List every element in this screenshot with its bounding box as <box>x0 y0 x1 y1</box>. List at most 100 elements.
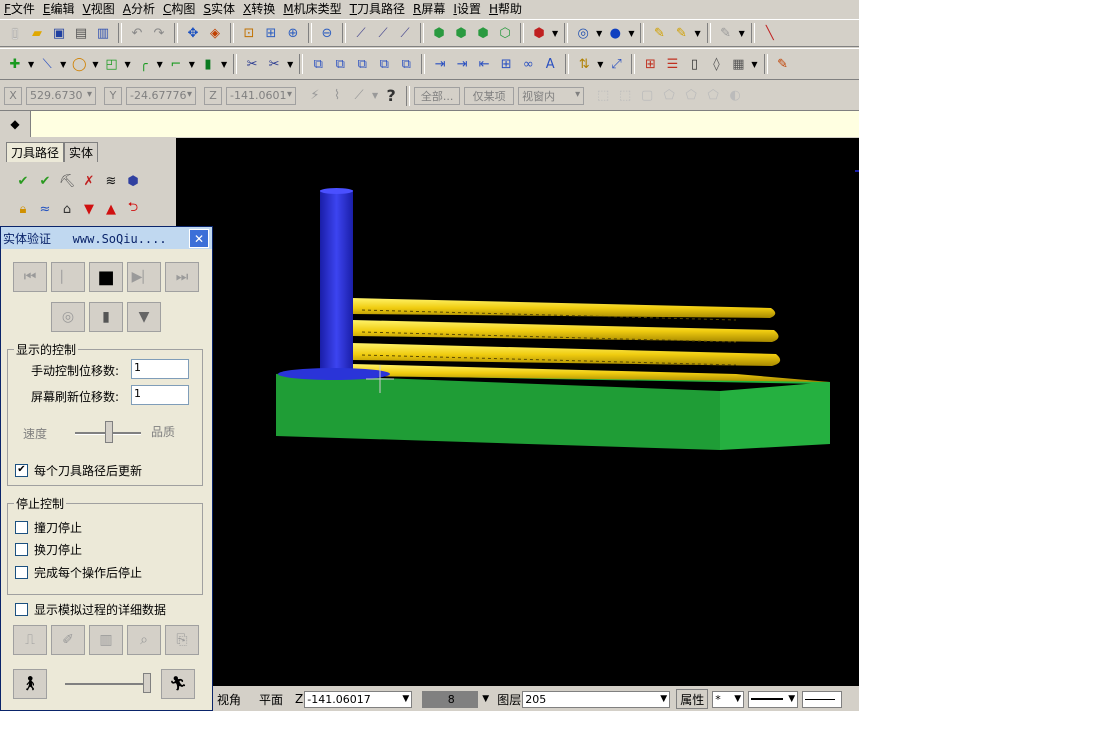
pointer-icon[interactable]: ⬚ <box>593 86 613 106</box>
cursor-snap-icon[interactable]: ⌇ <box>327 86 347 106</box>
chevron-down-icon[interactable]: ▼ <box>739 29 745 38</box>
z-depth-input[interactable]: -141.06017 ▼ <box>304 690 413 708</box>
undo-icon[interactable]: ↶ <box>127 23 147 43</box>
z-coord-input[interactable]: -141.0601 <box>226 86 296 105</box>
level-label[interactable]: 图层 <box>493 689 522 709</box>
pan-icon[interactable]: ✥ <box>183 23 203 43</box>
dialog-titlebar[interactable]: 实体验证 www.SoQiu.... ✕ <box>1 227 212 249</box>
menu-analyze[interactable]: A分析 <box>119 1 159 17</box>
chevron-down-icon[interactable]: ▼ <box>788 694 795 704</box>
insert-arrow-icon[interactable]: ⮌ <box>122 198 144 220</box>
rotate-icon[interactable]: ⧉ <box>352 54 372 74</box>
plane-button[interactable]: 平面 <box>255 689 287 709</box>
rewind-icon[interactable]: ⏮ <box>13 262 47 292</box>
chevron-down-icon[interactable]: ▼ <box>60 60 66 69</box>
save-icon[interactable]: ▣ <box>49 23 69 43</box>
snap-options-icon[interactable]: ⟋ <box>349 86 369 106</box>
polygon-select-icon[interactable]: ⬠ <box>659 86 679 106</box>
backplot-icon[interactable]: ≋ <box>100 170 122 192</box>
scale-icon[interactable]: ⧉ <box>374 54 394 74</box>
mirror-icon[interactable]: ⧉ <box>330 54 350 74</box>
menu-help[interactable]: H帮助 <box>485 1 526 17</box>
print-preview-icon[interactable]: ▥ <box>93 23 113 43</box>
select-only-button[interactable]: 仅某项 <box>464 86 515 105</box>
new-file-icon[interactable]: ▯ <box>5 23 25 43</box>
line-icon[interactable]: ⟍ <box>37 54 57 74</box>
fast-forward-icon[interactable]: ⏭ <box>165 262 199 292</box>
chevron-down-icon[interactable]: ▼ <box>157 60 163 69</box>
solid-mode-icon[interactable]: ▮ <box>89 302 123 332</box>
trim-multi-icon[interactable]: ✂ <box>264 54 284 74</box>
circle-icon[interactable]: ◯ <box>69 54 89 74</box>
solid-view-icon[interactable]: ⬢ <box>529 23 549 43</box>
fillet-icon[interactable]: ╭ <box>134 54 154 74</box>
graphics-viewport[interactable] <box>176 138 859 686</box>
step-icon[interactable]: ▶⎸ <box>127 262 161 292</box>
chevron-down-icon[interactable]: ▼ <box>92 60 98 69</box>
x-coord-button[interactable]: X <box>4 86 22 105</box>
walking-icon[interactable]: 🚶︎ <box>13 669 47 699</box>
chevron-down-icon[interactable]: ▼ <box>628 29 634 38</box>
dimension-ordinate-icon[interactable]: ⇥ <box>452 54 472 74</box>
menu-file[interactable]: F文件 <box>0 1 39 17</box>
fit-icon[interactable]: ⊡ <box>239 23 259 43</box>
y-coord-input[interactable]: -24.67776 <box>126 86 196 105</box>
selection-mode-select[interactable]: 视窗内 <box>518 86 585 105</box>
zoom-window-icon[interactable]: ⊞ <box>261 23 281 43</box>
document-icon[interactable]: ▯ <box>684 54 704 74</box>
select-dirty-ops-icon[interactable]: ✔ <box>34 170 56 192</box>
z-coord-button[interactable]: Z <box>204 86 222 105</box>
sketch-icon[interactable]: ✎ <box>671 23 691 43</box>
redo-icon[interactable]: ↷ <box>149 23 169 43</box>
view-top-icon[interactable]: ⬢ <box>429 23 449 43</box>
pencil-icon[interactable]: ✎ <box>649 23 669 43</box>
magnifier-icon[interactable]: ⌕ <box>127 625 161 655</box>
line-style-select[interactable]: ▼ <box>748 690 799 708</box>
bar-chart-icon[interactable]: ▥ <box>89 625 123 655</box>
spline-icon[interactable]: ⌐ <box>166 54 186 74</box>
trim-break-icon[interactable]: ✂ <box>242 54 262 74</box>
list-icon[interactable]: ☰ <box>662 54 682 74</box>
update-each-checkbox[interactable]: ✔ 每个刀具路径后更新 <box>15 462 142 479</box>
menu-screen[interactable]: R屏幕 <box>409 1 449 17</box>
window-select-icon[interactable]: ▢ <box>637 86 657 106</box>
rectangle-icon[interactable]: ◰ <box>101 54 121 74</box>
chevron-down-icon[interactable]: ▼ <box>287 60 293 69</box>
chevron-down-icon[interactable]: ▼ <box>372 91 378 100</box>
speed-quality-slider[interactable] <box>75 417 141 451</box>
menu-view[interactable]: V视图 <box>79 1 119 17</box>
menu-create[interactable]: C构图 <box>159 1 199 17</box>
unselect-icon[interactable]: ⟋ <box>395 23 415 43</box>
stop-on-toolchange-checkbox[interactable]: 换刀停止 <box>15 541 82 558</box>
chevron-down-icon[interactable]: ▼ <box>751 60 757 69</box>
tag-icon[interactable]: ◊ <box>706 54 726 74</box>
stop-each-op-checkbox[interactable]: 完成每个操作后停止 <box>15 564 142 581</box>
post-icon[interactable]: ⌂ <box>56 198 78 220</box>
stack-icon[interactable]: ▦ <box>728 54 748 74</box>
offset-icon[interactable]: ⧉ <box>396 54 416 74</box>
tab-solids[interactable]: 实体 <box>64 142 99 162</box>
line-width-select[interactable] <box>802 690 843 708</box>
tab-toolpaths[interactable]: 刀具路径 <box>6 142 65 162</box>
chevron-down-icon[interactable]: ▼ <box>189 60 195 69</box>
wireframe-icon[interactable]: ◎ <box>573 23 593 43</box>
chevron-down-icon[interactable]: ▼ <box>660 694 667 704</box>
show-details-checkbox[interactable]: 显示模拟过程的详细数据 <box>15 601 166 618</box>
stock-setup-icon[interactable]: ⎍ <box>13 625 47 655</box>
analyze-icon[interactable]: ⇅ <box>574 54 594 74</box>
point-icon[interactable]: ✚ <box>5 54 25 74</box>
hole-table-icon[interactable]: ∞ <box>518 54 538 74</box>
y-coord-button[interactable]: Y <box>104 86 122 105</box>
move-up-icon[interactable]: ▲ <box>100 198 122 220</box>
chevron-down-icon[interactable]: ▼ <box>734 694 741 704</box>
settings-icon[interactable]: ◎ <box>51 302 85 332</box>
view-button[interactable]: 视角 <box>213 689 245 709</box>
select-all-button[interactable]: 全部... <box>414 86 461 105</box>
menu-xform[interactable]: X转换 <box>239 1 279 17</box>
solid-select-icon[interactable]: ◐ <box>725 86 745 106</box>
chevron-down-icon[interactable]: ▼ <box>28 60 34 69</box>
area-select-icon[interactable]: ⬠ <box>703 86 723 106</box>
repaint-icon[interactable]: ◈ <box>205 23 225 43</box>
funnel-icon[interactable]: ▼ <box>127 302 161 332</box>
menu-solids[interactable]: S实体 <box>199 1 239 17</box>
